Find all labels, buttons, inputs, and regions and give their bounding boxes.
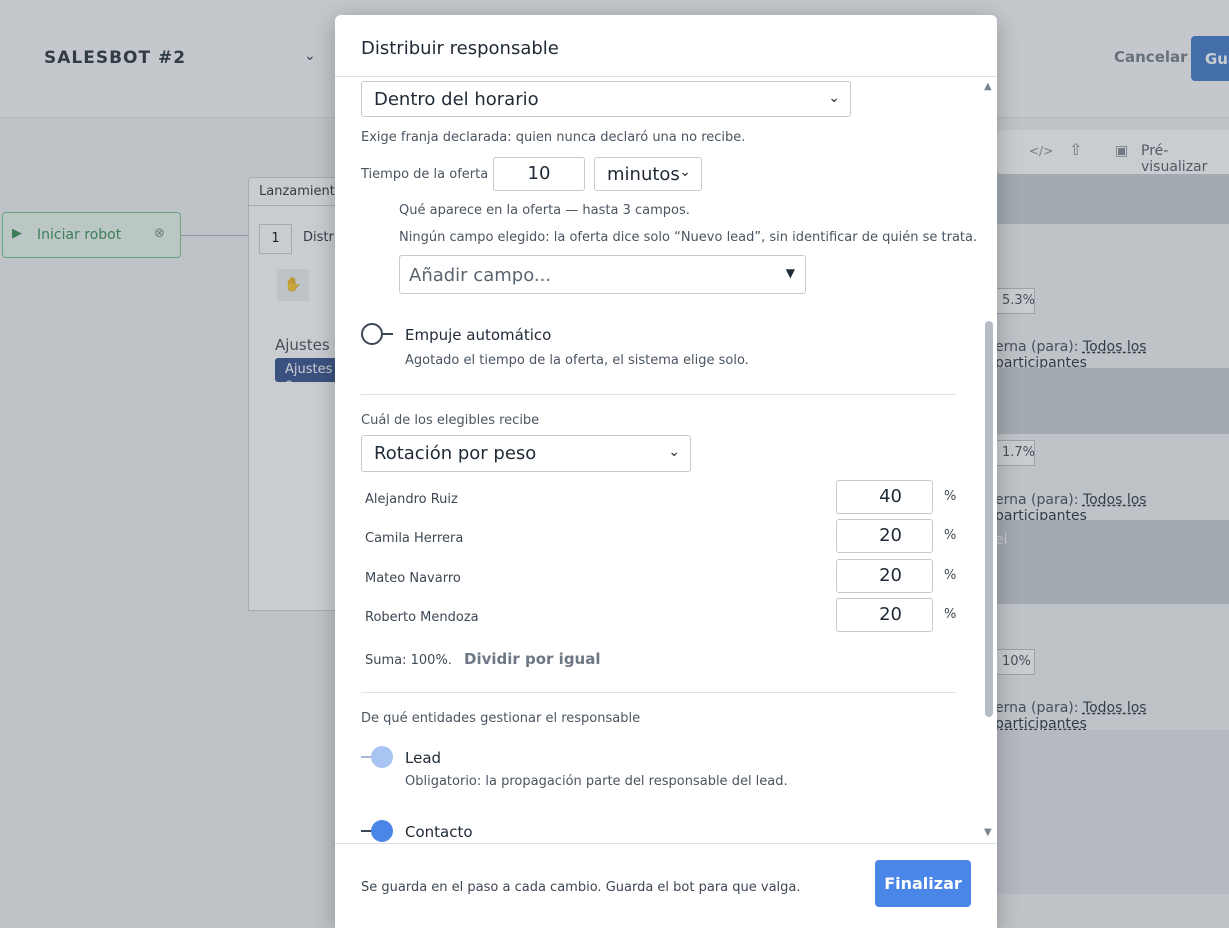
footer-note: Se guarda en el paso a cada cambio. Guar… bbox=[361, 880, 801, 895]
modal-header: Distribuir responsable bbox=[335, 15, 997, 77]
chevron-down-icon: ⌄ bbox=[668, 444, 680, 460]
rotation-select-value: Rotación por peso bbox=[374, 443, 537, 464]
weight-input[interactable]: 20 bbox=[836, 519, 933, 553]
add-field-placeholder: Añadir campo... bbox=[409, 265, 552, 286]
auto-push-toggle[interactable] bbox=[361, 323, 393, 345]
add-field-select[interactable]: Añadir campo... ▼ bbox=[399, 255, 806, 294]
offer-time-label: Tiempo de la oferta bbox=[361, 167, 489, 182]
weight-input[interactable]: 20 bbox=[836, 598, 933, 632]
section-divider bbox=[361, 394, 956, 395]
offer-fields-empty-note: Ningún campo elegido: la oferta dice sol… bbox=[399, 230, 978, 245]
percent-sign: % bbox=[944, 607, 957, 622]
toggle-knob bbox=[371, 746, 393, 768]
person-name: Mateo Navarro bbox=[365, 571, 461, 586]
entities-label: De qué entidades gestionar el responsabl… bbox=[361, 711, 641, 726]
modal-title: Distribuir responsable bbox=[361, 38, 559, 59]
person-name: Camila Herrera bbox=[365, 531, 464, 546]
scrollbar-thumb[interactable] bbox=[985, 321, 993, 717]
offer-time-unit-select[interactable]: minutos ⌄ bbox=[594, 157, 702, 191]
distribute-owner-modal: Distribuir responsable Dentro del horari… bbox=[335, 15, 997, 928]
chevron-down-icon: ⌄ bbox=[828, 90, 840, 106]
triangle-down-icon: ▼ bbox=[785, 266, 795, 280]
modal-scrollbar[interactable]: ▲ ▼ bbox=[983, 77, 997, 843]
lead-note: Obligatorio: la propagación parte del re… bbox=[405, 774, 788, 789]
auto-push-title: Empuje automático bbox=[405, 326, 552, 344]
schedule-select-value: Dentro del horario bbox=[374, 89, 539, 110]
weights-sum: Suma: 100%. bbox=[365, 653, 452, 668]
person-name: Roberto Mendoza bbox=[365, 610, 479, 625]
offer-time-unit-value: minutos bbox=[607, 164, 680, 185]
eligible-label: Cuál de los elegibles recibe bbox=[361, 413, 540, 428]
percent-sign: % bbox=[944, 489, 957, 504]
lead-toggle bbox=[361, 746, 393, 768]
rotation-select[interactable]: Rotación por peso ⌄ bbox=[361, 435, 691, 472]
scroll-down-icon[interactable]: ▼ bbox=[984, 827, 992, 838]
modal-footer: Se guarda en el paso a cada cambio. Guar… bbox=[335, 843, 997, 928]
schedule-note: Exige franja declarada: quien nunca decl… bbox=[361, 130, 746, 145]
toggle-track bbox=[381, 333, 393, 335]
toggle-knob bbox=[371, 820, 393, 842]
weight-input[interactable]: 20 bbox=[836, 559, 933, 593]
contact-toggle[interactable] bbox=[361, 820, 393, 842]
section-divider bbox=[361, 692, 956, 693]
contact-title: Contacto bbox=[405, 823, 473, 841]
offer-fields-note: Qué aparece en la oferta — hasta 3 campo… bbox=[399, 203, 690, 218]
split-equal-button[interactable]: Dividir por igual bbox=[464, 650, 601, 668]
lead-title: Lead bbox=[405, 749, 442, 767]
person-name: Alejandro Ruiz bbox=[365, 492, 458, 507]
modal-body[interactable]: Dentro del horario ⌄ Exige franja declar… bbox=[335, 77, 985, 843]
auto-push-note: Agotado el tiempo de la oferta, el siste… bbox=[405, 353, 749, 368]
finish-button[interactable]: Finalizar bbox=[875, 860, 971, 907]
percent-sign: % bbox=[944, 528, 957, 543]
schedule-select[interactable]: Dentro del horario ⌄ bbox=[361, 81, 851, 117]
toggle-knob bbox=[361, 323, 383, 345]
offer-time-input[interactable]: 10 bbox=[493, 157, 585, 191]
chevron-down-icon: ⌄ bbox=[679, 164, 691, 180]
percent-sign: % bbox=[944, 568, 957, 583]
scroll-up-icon[interactable]: ▲ bbox=[984, 81, 992, 92]
weight-input[interactable]: 40 bbox=[836, 480, 933, 514]
